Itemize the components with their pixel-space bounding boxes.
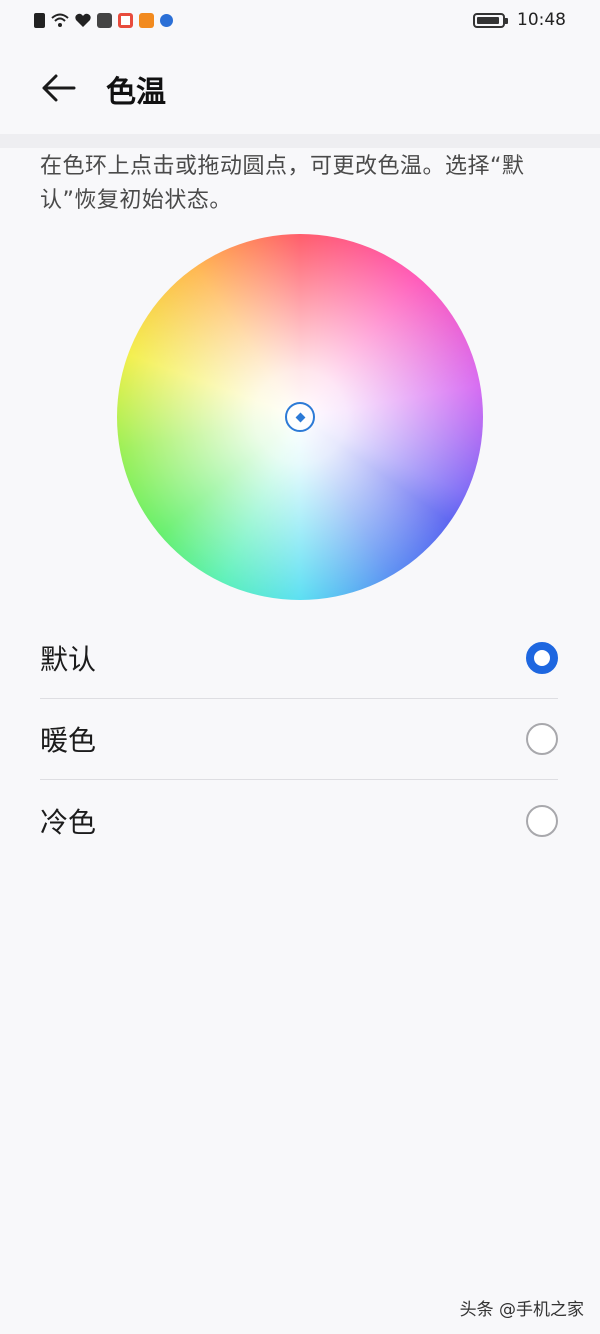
- mail-icon: [97, 12, 112, 28]
- radio-button[interactable]: [526, 723, 558, 755]
- back-arrow-icon: [42, 74, 76, 102]
- notification-icons: [34, 12, 173, 28]
- option-label: 冷色: [40, 805, 97, 839]
- app-bar: 色温: [0, 40, 600, 134]
- heart-icon: [75, 13, 91, 28]
- sim-icon: [34, 12, 45, 28]
- picker-center-icon: [295, 412, 305, 422]
- status-right: 10:48: [473, 10, 566, 30]
- option-cool[interactable]: 冷色: [40, 780, 558, 861]
- watermark: 头条 @手机之家: [459, 1300, 584, 1320]
- option-default[interactable]: 默认: [40, 618, 558, 699]
- color-picker-handle[interactable]: [285, 402, 315, 432]
- radio-button-checked[interactable]: [526, 642, 558, 674]
- wifi-icon: [51, 13, 69, 28]
- option-label: 暖色: [40, 724, 97, 757]
- clock: 10:48: [517, 10, 566, 30]
- app-blue-icon: [160, 13, 173, 27]
- status-bar: 10:48: [0, 0, 600, 40]
- color-wheel-container: [117, 234, 483, 600]
- app-red-icon: [118, 12, 133, 28]
- back-button[interactable]: [36, 66, 80, 110]
- option-warm[interactable]: 暖色: [40, 699, 558, 780]
- header-divider: [0, 134, 600, 148]
- option-label: 默认: [40, 643, 97, 676]
- battery-icon: [473, 12, 508, 28]
- page-title: 色温: [106, 75, 166, 110]
- preset-options: 默认 暖色 冷色: [40, 618, 558, 861]
- radio-button[interactable]: [526, 804, 558, 837]
- app-orange-icon: [139, 12, 154, 28]
- instruction-text: 在色环上点击或拖动圆点，可更改色温。选择“默认”恢复初始状态。: [40, 154, 525, 213]
